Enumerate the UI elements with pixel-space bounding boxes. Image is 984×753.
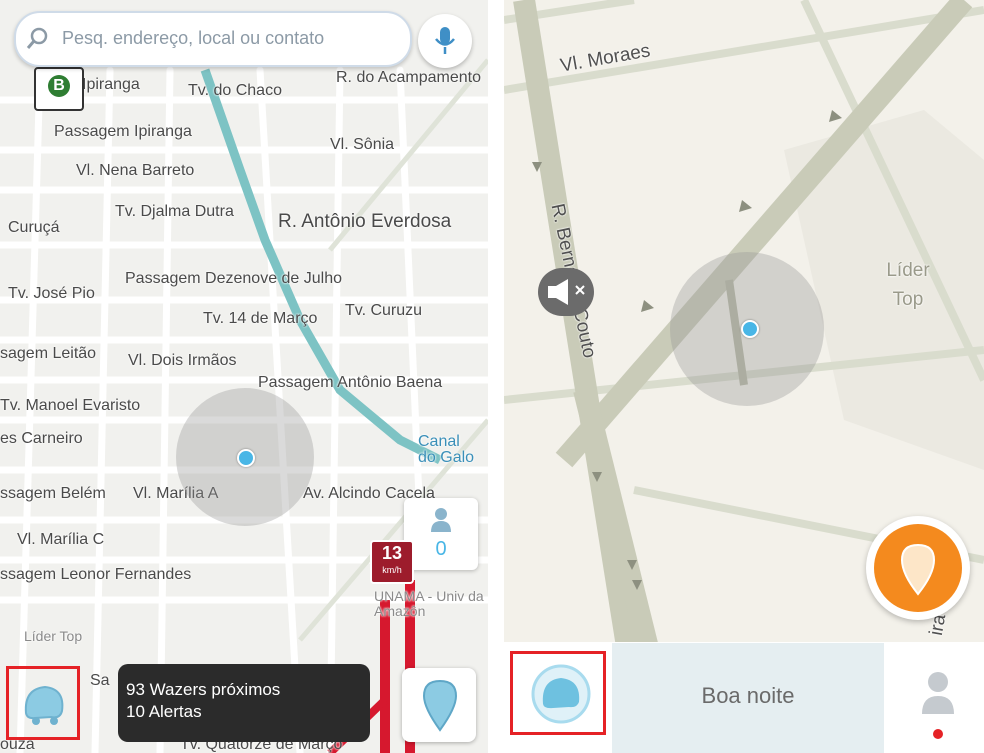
person-icon	[431, 508, 451, 532]
street-label: es Carneiro	[0, 430, 83, 447]
speed-unit: km/h	[382, 565, 402, 575]
street-label: Tv. 14 de Março	[203, 310, 318, 327]
report-orange-icon	[900, 543, 936, 596]
street-label: Curuçá	[8, 219, 60, 236]
street-label: ssagem Leonor Fernandes	[0, 566, 192, 583]
street-label: Passagem Dezenove de Julho	[125, 270, 343, 287]
speed-indicator: 13 km/h	[370, 540, 414, 584]
street-label: Sa	[90, 672, 110, 689]
mute-button[interactable]	[538, 268, 594, 316]
street-label: R. Antônio Everdosa	[278, 211, 452, 232]
pin-letter: B	[48, 75, 70, 97]
greeting-text: Boa noite	[701, 683, 795, 708]
waze-menu-icon	[531, 664, 591, 724]
street-label: Vl. Dois Irmãos	[128, 352, 237, 369]
speaker-muted-icon	[548, 279, 585, 305]
speed-value: 13	[381, 543, 403, 563]
left-screen: Ipiranga Tv. do Chaco R. do Acampamento …	[0, 0, 488, 753]
right-screen: Vl. Moraes R. Berna do Couto Líder Top i…	[504, 0, 984, 753]
street-label: Vl. Nena Barreto	[76, 162, 195, 179]
map-pin-b[interactable]: B	[34, 67, 84, 111]
report-button[interactable]	[866, 516, 970, 620]
alerts-count: 10 Alertas	[126, 702, 202, 721]
street-label: Tv. Manoel Evaristo	[0, 397, 141, 414]
street-label: Tv. Djalma Dutra	[115, 203, 234, 220]
current-location-dot	[741, 320, 759, 338]
report-button[interactable]	[402, 668, 476, 742]
mic-button[interactable]	[418, 14, 472, 68]
street-label: Tv. Curuzu	[345, 302, 423, 319]
report-pin-icon	[422, 679, 458, 732]
place-label: Líder Top	[886, 260, 930, 310]
street-label: Tv. do Chaco	[188, 82, 282, 99]
waze-menu-icon	[24, 685, 64, 725]
wazers-info-panel[interactable]: 93 Wazers próximos 10 Alertas	[118, 664, 370, 742]
place-label: Líder Top	[24, 628, 83, 644]
person-icon	[922, 672, 954, 739]
profile-button[interactable]	[916, 660, 960, 740]
street-label: Ipiranga	[82, 76, 140, 93]
street-label: Passagem Ipiranga	[54, 123, 192, 140]
search-placeholder: Pesq. endereço, local ou contato	[62, 28, 325, 48]
street-label: Passagem Antônio Baena	[258, 374, 443, 391]
street-label: Vl. Marília C	[17, 531, 105, 548]
current-location-dot	[237, 449, 255, 467]
street-label: Tv. José Pio	[8, 285, 95, 302]
microphone-icon	[435, 27, 455, 54]
search-icon	[26, 27, 48, 49]
menu-button[interactable]	[510, 651, 606, 735]
greeting-panel[interactable]: Boa noite	[612, 643, 884, 753]
menu-button[interactable]	[6, 666, 80, 740]
nearby-users-button[interactable]: 0	[404, 498, 478, 570]
street-label: ssagem Belém	[0, 485, 106, 502]
place-label: UNAMA - Univ da Amazôn	[374, 588, 484, 619]
street-label: Vl. Sônia	[330, 136, 395, 153]
report-orange-circle	[874, 524, 962, 612]
wazers-count: 93 Wazers próximos	[126, 680, 281, 699]
nearby-users-count: 0	[435, 538, 447, 560]
street-label: R. do Acampamento	[336, 69, 481, 86]
street-label: sagem Leitão	[0, 345, 97, 362]
search-bar[interactable]: Pesq. endereço, local ou contato	[14, 11, 412, 67]
canal-label: Canal do Galo	[418, 433, 475, 466]
